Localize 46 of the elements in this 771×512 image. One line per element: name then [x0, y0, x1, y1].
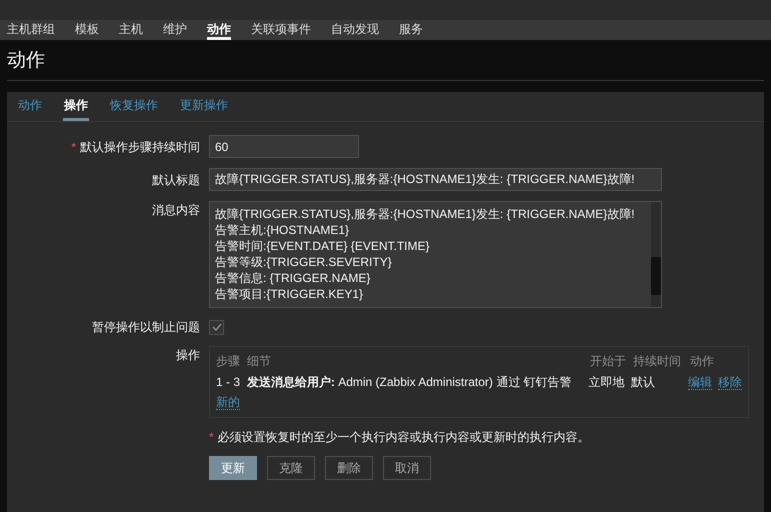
field-label: 默认操作步骤持续时间	[80, 140, 200, 154]
action-link[interactable]: 移除	[718, 374, 742, 390]
field-label: 操作	[176, 348, 200, 362]
tab[interactable]: 动作	[17, 92, 43, 121]
step-cell-text: 1 - 3	[216, 374, 242, 391]
message-line: 告警主机:{HOSTNAME1}	[215, 222, 350, 238]
form-button[interactable]: 克隆	[267, 456, 315, 480]
duration-cell-text: 默认	[631, 374, 656, 391]
message-line: 告警等级:{TRIGGER.SEVERITY}	[215, 254, 393, 270]
column-header: 细节	[247, 353, 272, 370]
message-line: 告警时间:{EVENT.DATE} {EVENT.TIME}	[215, 238, 430, 254]
column-header: 开始于	[590, 353, 627, 370]
message-line: 告警项目:{TRIGGER.KEY1}	[215, 286, 364, 302]
nav-item[interactable]: 自动发现	[331, 20, 379, 40]
field-label: 默认标题	[152, 172, 200, 186]
message-textarea[interactable]: 故障{TRIGGER.STATUS},服务器:{HOSTNAME1}发生: {TRIGGER.NAME}故障! 告警主机:{HOSTNAME1} 告警时间:{EVENT.DATE} {EVENT.TIME} 告警等级:{TRIGGER.SEVERITY} 告警信息: {TRIGGER.NAME} 告警项目:{TRIGGER.KEY1}	[209, 201, 662, 308]
message-line: 告警信息: {TRIGGER.NAME}	[215, 270, 372, 286]
start-cell-text: 立即地	[588, 374, 626, 391]
required-mark: *	[209, 429, 214, 446]
field-label: 暂停操作以制止问题	[92, 320, 200, 334]
page-title: 动作	[7, 50, 764, 81]
message-line: 故障{TRIGGER.STATUS},服务器:{HOSTNAME1}发生: {TRIGGER.NAME}故障!	[215, 206, 636, 222]
duration-input[interactable]: 60	[209, 135, 359, 158]
checkmark-icon	[212, 323, 222, 331]
new-link[interactable]: 新的	[216, 395, 240, 410]
required-mark: *	[71, 140, 76, 154]
nav-item[interactable]: 模板	[75, 20, 99, 40]
form-button[interactable]: 取消	[383, 456, 431, 480]
tab[interactable]: 恢复操作	[109, 92, 159, 121]
field-label: 消息内容	[152, 203, 200, 217]
nav-item[interactable]: 关联项事件	[251, 20, 311, 40]
column-header: 步骤	[216, 353, 241, 370]
note-text: 必须设置恢复时的至少一个执行内容或执行内容或更新时的执行内容。	[218, 429, 590, 446]
subject-input[interactable]: 故障{TRIGGER.STATUS},服务器:{HOSTNAME1}发生: {TRIGGER.NAME}故障!	[209, 168, 662, 191]
details-cell-text: 发送消息给用户: Admin (Zabbix Administrator) 通过 钉钉告警	[246, 374, 573, 391]
nav-item[interactable]: 主机	[119, 20, 143, 40]
nav-item[interactable]: 服务	[399, 20, 423, 40]
form-button[interactable]: 删除	[325, 456, 373, 480]
nav-item[interactable]: 主机群组	[7, 20, 55, 40]
tab[interactable]: 更新操作	[179, 92, 229, 121]
tab[interactable]: 操作	[63, 92, 89, 121]
nav-item[interactable]: 动作	[207, 20, 231, 40]
nav-item[interactable]: 维护	[163, 20, 187, 40]
action-link[interactable]: 编辑	[688, 374, 712, 390]
column-header: 动作	[690, 353, 714, 370]
column-header: 持续时间	[633, 353, 682, 370]
